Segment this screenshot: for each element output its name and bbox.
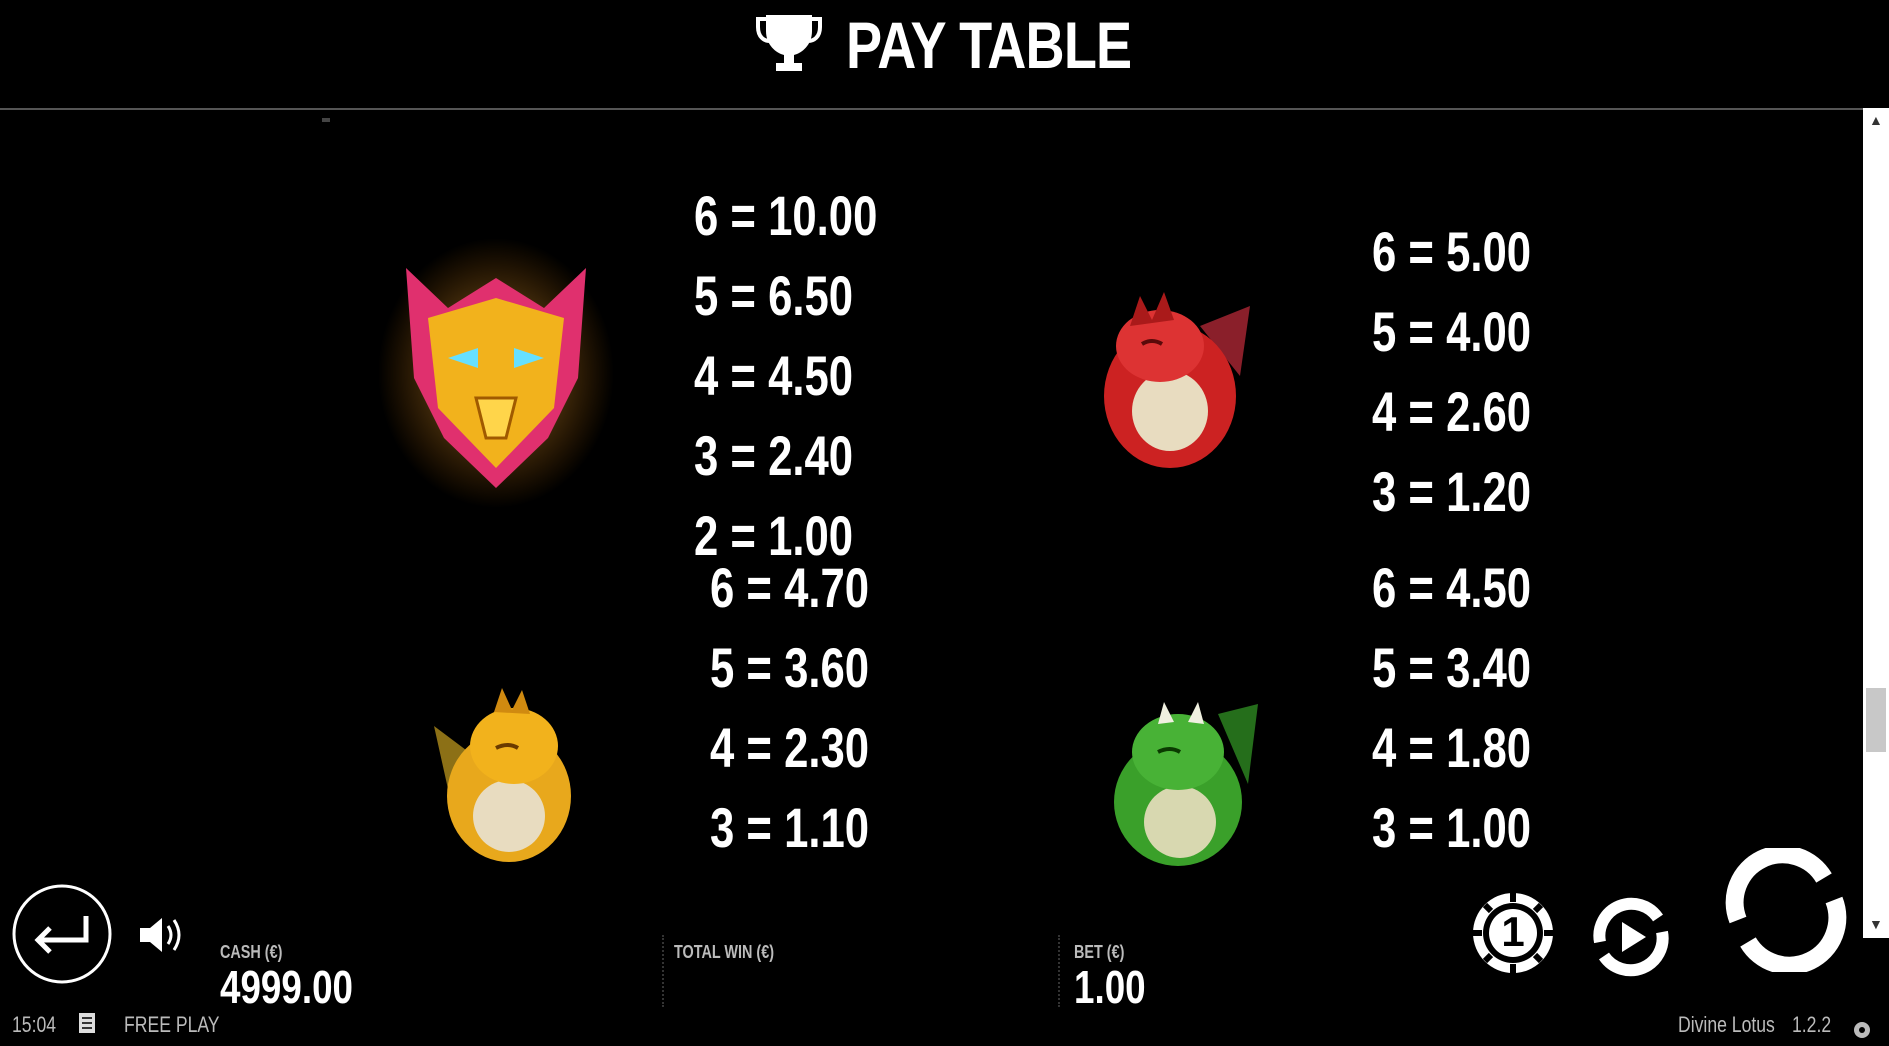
autoplay-button[interactable]	[1588, 894, 1674, 985]
payout-line: 6 = 5.00	[1372, 220, 1532, 283]
scrollbar[interactable]: ▲ ▼	[1863, 108, 1889, 938]
bet-value: 1.00	[1074, 961, 1146, 1013]
red-dragon-payouts: 6 = 5.00 5 = 4.00 4 = 2.60 3 = 1.20	[1372, 212, 1531, 532]
phoenix-payouts: 6 = 10.00 5 = 6.50 4 = 4.50 3 = 2.40 2 =…	[694, 176, 877, 576]
trophy-icon	[755, 11, 822, 80]
spin-button[interactable]	[1724, 845, 1848, 977]
settings-icon[interactable]	[1852, 1020, 1872, 1045]
play-mode: FREE PLAY	[124, 1012, 220, 1037]
payout-line: 6 = 10.00	[694, 184, 878, 247]
green-dragon-icon	[1098, 694, 1268, 875]
red-dragon-icon	[1090, 286, 1260, 481]
payout-line: 4 = 4.50	[694, 344, 854, 407]
game-version: 1.2.2	[1792, 1012, 1832, 1037]
hud-divider	[1058, 935, 1060, 1007]
phoenix-mask-icon	[378, 238, 614, 513]
cash-value: 4999.00	[220, 961, 354, 1013]
back-button[interactable]	[10, 882, 114, 991]
game-name: Divine Lotus	[1678, 1012, 1775, 1037]
sound-icon[interactable]	[136, 914, 184, 961]
gold-dragon-payouts: 6 = 4.70 5 = 3.60 4 = 2.30 3 = 1.10	[710, 548, 869, 868]
payout-line: 3 = 1.10	[710, 796, 870, 859]
total-win-label: TOTAL WIN (€)	[674, 942, 774, 962]
hud-divider	[662, 935, 664, 1007]
payout-line: 6 = 4.70	[710, 556, 870, 619]
clock: 15:04	[12, 1012, 57, 1037]
gold-dragon-icon	[414, 686, 584, 871]
payout-line: 4 = 2.60	[1372, 380, 1532, 443]
payout-line: 3 = 1.20	[1372, 460, 1532, 523]
coin-value: 1	[1501, 908, 1525, 955]
scroll-thumb[interactable]	[1866, 688, 1886, 752]
green-dragon-payouts: 6 = 4.50 5 = 3.40 4 = 1.80 3 = 1.00	[1372, 548, 1531, 868]
payout-line: 4 = 1.80	[1372, 716, 1532, 779]
coin-bet-button[interactable]: 1	[1470, 890, 1556, 976]
payout-line: 3 = 2.40	[694, 424, 854, 487]
scroll-up-icon[interactable]: ▲	[1869, 112, 1883, 128]
payout-line: 5 = 4.00	[1372, 300, 1532, 363]
paytable-header: PAY TABLE	[0, 0, 1889, 110]
payout-line: 3 = 1.00	[1372, 796, 1532, 859]
payout-line: 5 = 6.50	[694, 264, 854, 327]
payout-line: 4 = 2.30	[710, 716, 870, 779]
scroll-marker	[322, 118, 330, 122]
payout-line: 5 = 3.60	[710, 636, 870, 699]
page-title: PAY TABLE	[845, 8, 1132, 82]
scroll-down-icon[interactable]: ▼	[1869, 916, 1883, 932]
history-icon[interactable]	[78, 1012, 96, 1039]
payout-line: 6 = 4.50	[1372, 556, 1532, 619]
payout-line: 5 = 3.40	[1372, 636, 1532, 699]
